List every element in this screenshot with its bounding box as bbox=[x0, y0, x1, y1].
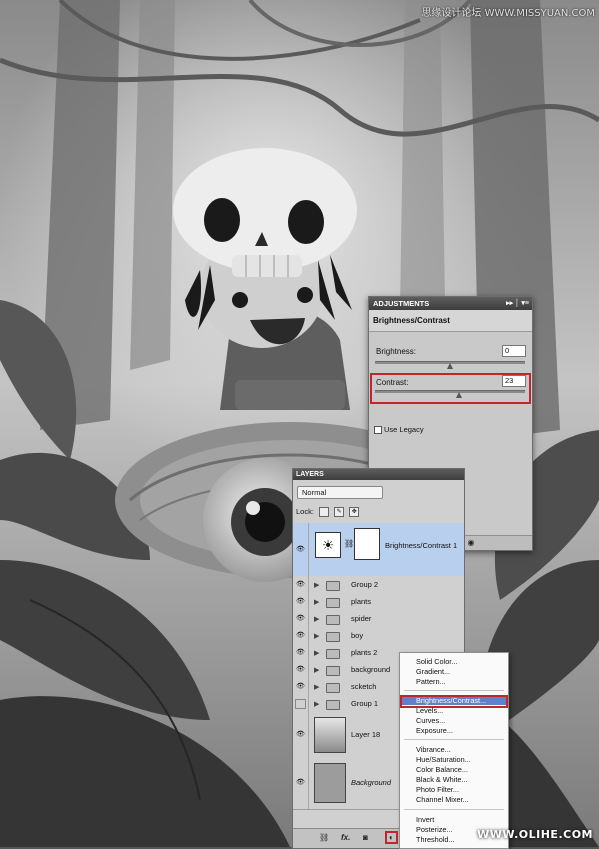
contrast-label: Contrast: bbox=[376, 378, 409, 387]
layer-thumbnail[interactable] bbox=[314, 763, 346, 803]
layer-row-boy[interactable]: 👁 ▶ boy bbox=[293, 627, 464, 645]
menu-item-posterize[interactable]: Posterize... bbox=[416, 825, 453, 834]
lock-position-icon[interactable]: ✥ bbox=[349, 507, 360, 518]
folder-icon bbox=[326, 597, 340, 608]
expand-arrow-icon[interactable]: ▶ bbox=[314, 581, 319, 589]
blend-mode-select[interactable]: Normal bbox=[297, 486, 383, 499]
folder-icon bbox=[326, 682, 340, 693]
layer-row-spider[interactable]: 👁 ▶ spider bbox=[293, 610, 464, 628]
expand-arrow-icon[interactable]: ▶ bbox=[314, 700, 319, 708]
use-legacy-checkbox[interactable]: Use Legacy bbox=[374, 425, 424, 435]
layer-name[interactable]: Background bbox=[351, 778, 391, 787]
menu-item-vibrance[interactable]: Vibrance... bbox=[416, 745, 451, 754]
expand-arrow-icon[interactable]: ▶ bbox=[314, 615, 319, 623]
menu-item-curves[interactable]: Curves... bbox=[416, 716, 445, 725]
fx-icon[interactable]: fx. bbox=[341, 833, 350, 842]
lock-pixels-icon[interactable]: ✎ bbox=[334, 507, 345, 518]
layer-name[interactable]: plants 2 bbox=[351, 648, 377, 657]
eye-icon[interactable]: 👁 bbox=[295, 546, 306, 554]
eye-icon[interactable]: 👁 bbox=[295, 615, 306, 623]
expand-arrow-icon[interactable]: ▶ bbox=[314, 666, 319, 674]
menu-separator bbox=[404, 739, 504, 740]
layer-thumbnail[interactable] bbox=[314, 717, 346, 753]
eye-icon[interactable]: 👁 bbox=[295, 598, 306, 606]
brightness-field[interactable]: 0 bbox=[502, 345, 526, 357]
menu-separator bbox=[404, 809, 504, 810]
eye-icon[interactable]: 👁 bbox=[295, 649, 306, 657]
eye-icon[interactable]: 👁 bbox=[295, 731, 306, 739]
brightness-label: Brightness: bbox=[376, 347, 417, 356]
layers-tab[interactable]: LAYERS bbox=[293, 469, 464, 480]
menu-item-color-balance[interactable]: Color Balance... bbox=[416, 765, 468, 774]
expand-arrow-icon[interactable]: ▶ bbox=[314, 632, 319, 640]
layer-name[interactable]: plants bbox=[351, 597, 371, 606]
layer-name[interactable]: scketch bbox=[351, 682, 376, 691]
adjustments-titlebar[interactable]: ADJUSTMENTS ▸▸ │ ▾≡ bbox=[369, 297, 532, 310]
menu-separator bbox=[404, 690, 504, 691]
eye-icon[interactable]: 👁 bbox=[295, 683, 306, 691]
menu-item-channel-mixer[interactable]: Channel Mixer... bbox=[416, 795, 469, 804]
contrast-field[interactable]: 23 bbox=[502, 375, 526, 387]
expand-arrow-icon[interactable]: ▶ bbox=[314, 598, 319, 606]
add-mask-icon[interactable]: ◙ bbox=[363, 833, 368, 842]
layer-name[interactable]: background bbox=[351, 665, 390, 674]
layer-name[interactable]: Layer 18 bbox=[351, 730, 380, 739]
contrast-slider-handle[interactable] bbox=[456, 392, 462, 398]
menu-item-levels[interactable]: Levels... bbox=[416, 706, 443, 715]
layer-mask-thumbnail[interactable] bbox=[354, 528, 380, 560]
watermark-bottom: WWW.OLIHE.COM bbox=[477, 828, 593, 841]
layer-name[interactable]: spider bbox=[351, 614, 371, 623]
expand-arrow-icon[interactable]: ▶ bbox=[314, 683, 319, 691]
lock-row: Lock: ✎ ✥ bbox=[296, 507, 360, 518]
menu-item-pattern[interactable]: Pattern... bbox=[416, 677, 446, 686]
checkbox-icon[interactable] bbox=[374, 426, 382, 435]
folder-icon bbox=[326, 631, 340, 642]
menu-item-solid-color[interactable]: Solid Color... bbox=[416, 657, 457, 666]
folder-icon bbox=[326, 648, 340, 659]
chain-link-icon: ⛓ bbox=[344, 539, 355, 548]
menu-item-black-white[interactable]: Black & White... bbox=[416, 775, 468, 784]
menu-item-photo-filter[interactable]: Photo Filter... bbox=[416, 785, 459, 794]
adjustment-layer-menu: Solid Color... Gradient... Pattern... Br… bbox=[399, 652, 509, 849]
visibility-eye-icon[interactable]: ◉ bbox=[466, 538, 476, 547]
layer-row-plants[interactable]: 👁 ▶ plants bbox=[293, 593, 464, 611]
layer-row-group-2[interactable]: 👁 ▶ Group 2 bbox=[293, 576, 464, 594]
link-layers-icon[interactable]: ⛓ bbox=[319, 833, 329, 842]
watermark-top: 思缘设计论坛 WWW.MISSYUAN.COM bbox=[421, 8, 595, 19]
menu-item-exposure[interactable]: Exposure... bbox=[416, 726, 453, 735]
eye-icon[interactable]: 👁 bbox=[295, 779, 306, 787]
layer-name[interactable]: Brightness/Contrast 1 bbox=[385, 541, 457, 550]
layer-name[interactable]: boy bbox=[351, 631, 363, 640]
folder-icon bbox=[326, 580, 340, 591]
menu-item-hue-saturation[interactable]: Hue/Saturation... bbox=[416, 755, 471, 764]
layer-name[interactable]: Group 2 bbox=[351, 580, 378, 589]
brightness-contrast-icon: ☀ bbox=[315, 532, 341, 558]
eye-icon[interactable]: 👁 bbox=[295, 632, 306, 640]
folder-icon bbox=[326, 699, 340, 710]
menu-item-invert[interactable]: Invert bbox=[416, 815, 434, 824]
use-legacy-label: Use Legacy bbox=[384, 425, 424, 434]
lock-transparent-icon[interactable] bbox=[319, 507, 330, 518]
folder-icon bbox=[326, 614, 340, 625]
contrast-slider[interactable] bbox=[375, 390, 525, 393]
panel-menu-icon[interactable]: ▸▸ │ ▾≡ bbox=[506, 297, 529, 310]
lock-label: Lock: bbox=[296, 507, 314, 516]
layer-name[interactable]: Group 1 bbox=[351, 699, 378, 708]
adjustment-heading: Brightness/Contrast bbox=[369, 310, 532, 332]
hidden-eye-icon[interactable] bbox=[295, 698, 306, 709]
folder-icon bbox=[326, 665, 340, 676]
expand-arrow-icon[interactable]: ▶ bbox=[314, 649, 319, 657]
brightness-slider-handle[interactable] bbox=[447, 363, 453, 369]
adjustments-tab[interactable]: ADJUSTMENTS bbox=[373, 299, 429, 308]
eye-icon[interactable]: 👁 bbox=[295, 666, 306, 674]
menu-item-threshold[interactable]: Threshold... bbox=[416, 835, 455, 844]
layer-row-adjustment[interactable]: 👁 ☀ ⛓ Brightness/Contrast 1 bbox=[293, 523, 464, 577]
new-adjustment-layer-icon[interactable]: ◐ bbox=[385, 831, 398, 844]
eye-icon[interactable]: 👁 bbox=[295, 581, 306, 589]
menu-item-gradient[interactable]: Gradient... bbox=[416, 667, 450, 676]
